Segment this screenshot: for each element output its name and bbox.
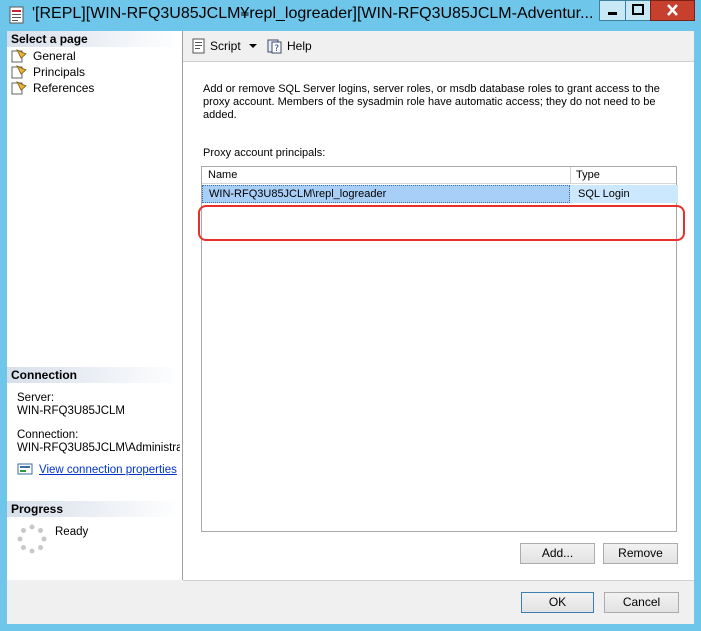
minimize-button[interactable] — [599, 0, 626, 21]
window-title: '[REPL][WIN-RFQ3U85JCLM¥repl_logreader][… — [32, 5, 594, 22]
minimize-icon — [608, 12, 617, 15]
server-label: Server: — [17, 392, 55, 404]
description-text: Add or remove SQL Server logins, server … — [203, 83, 660, 121]
title-bar[interactable]: '[REPL][WIN-RFQ3U85JCLM¥repl_logreader][… — [0, 0, 701, 31]
table-row[interactable]: WIN-RFQ3U85JCLM\repl_logreader SQL Login — [202, 185, 678, 203]
dialog-window: '[REPL][WIN-RFQ3U85JCLM¥repl_logreader][… — [0, 0, 701, 631]
close-button[interactable] — [650, 0, 695, 21]
remove-button[interactable]: Remove — [603, 543, 678, 564]
close-icon — [667, 4, 678, 16]
progress-header: Progress — [7, 501, 182, 517]
cancel-button[interactable]: Cancel — [604, 592, 679, 613]
sidebar-item-principals[interactable]: Principals — [11, 64, 85, 80]
svg-text:?: ? — [274, 44, 279, 54]
view-connection-properties-row: View connection properties — [17, 463, 177, 477]
sidebar-item-label: Principals — [33, 65, 86, 79]
footer-divider — [183, 580, 694, 581]
grid-header: Name Type — [202, 167, 676, 184]
sidebar-item-general[interactable]: General — [11, 48, 76, 64]
properties-app-icon — [9, 6, 24, 24]
ok-button[interactable]: OK — [521, 592, 594, 613]
column-header-name[interactable]: Name — [208, 169, 237, 181]
progress-status: Ready — [55, 526, 89, 538]
connection-header: Connection — [7, 367, 182, 383]
add-button[interactable]: Add... — [520, 543, 595, 564]
server-value: WIN-RFQ3U85JCLM — [17, 405, 125, 417]
page-icon — [11, 81, 27, 95]
script-label: Script — [210, 39, 241, 53]
progress-spinner-icon — [17, 524, 47, 554]
dialog-client-area: Select a page General Principals Referen… — [7, 31, 694, 624]
maximize-icon — [632, 4, 644, 15]
connection-properties-icon — [17, 463, 33, 475]
help-icon: ? — [267, 39, 282, 54]
column-header-type[interactable]: Type — [576, 169, 600, 181]
sidebar-item-label: General — [33, 49, 76, 63]
script-button[interactable]: Script — [191, 38, 260, 54]
maximize-button[interactable] — [625, 0, 651, 21]
help-button[interactable]: ? Help — [267, 38, 312, 54]
cell-type[interactable]: SQL Login — [578, 185, 630, 203]
connection-label: Connection: — [17, 429, 79, 441]
sidebar-item-references[interactable]: References — [11, 80, 94, 96]
help-label: Help — [287, 39, 312, 53]
view-connection-properties-link[interactable]: View connection properties — [39, 464, 177, 476]
column-divider[interactable] — [570, 167, 571, 183]
principals-page: Add or remove SQL Server logins, server … — [183, 62, 694, 580]
principals-label: Proxy account principals: — [203, 147, 326, 159]
select-page-header: Select a page — [7, 31, 182, 47]
highlight-annotation — [198, 205, 685, 241]
page-icon — [11, 49, 27, 63]
sidebar-item-label: References — [33, 81, 95, 95]
connection-value: WIN-RFQ3U85JCLM\Administratc — [17, 442, 180, 454]
toolbar: Script ? Help — [183, 31, 694, 62]
script-icon — [192, 38, 205, 54]
cell-name[interactable]: WIN-RFQ3U85JCLM\repl_logreader — [202, 185, 570, 203]
chevron-down-icon[interactable] — [246, 41, 260, 51]
page-icon — [11, 65, 27, 79]
left-pane: Select a page General Principals Referen… — [7, 31, 183, 580]
